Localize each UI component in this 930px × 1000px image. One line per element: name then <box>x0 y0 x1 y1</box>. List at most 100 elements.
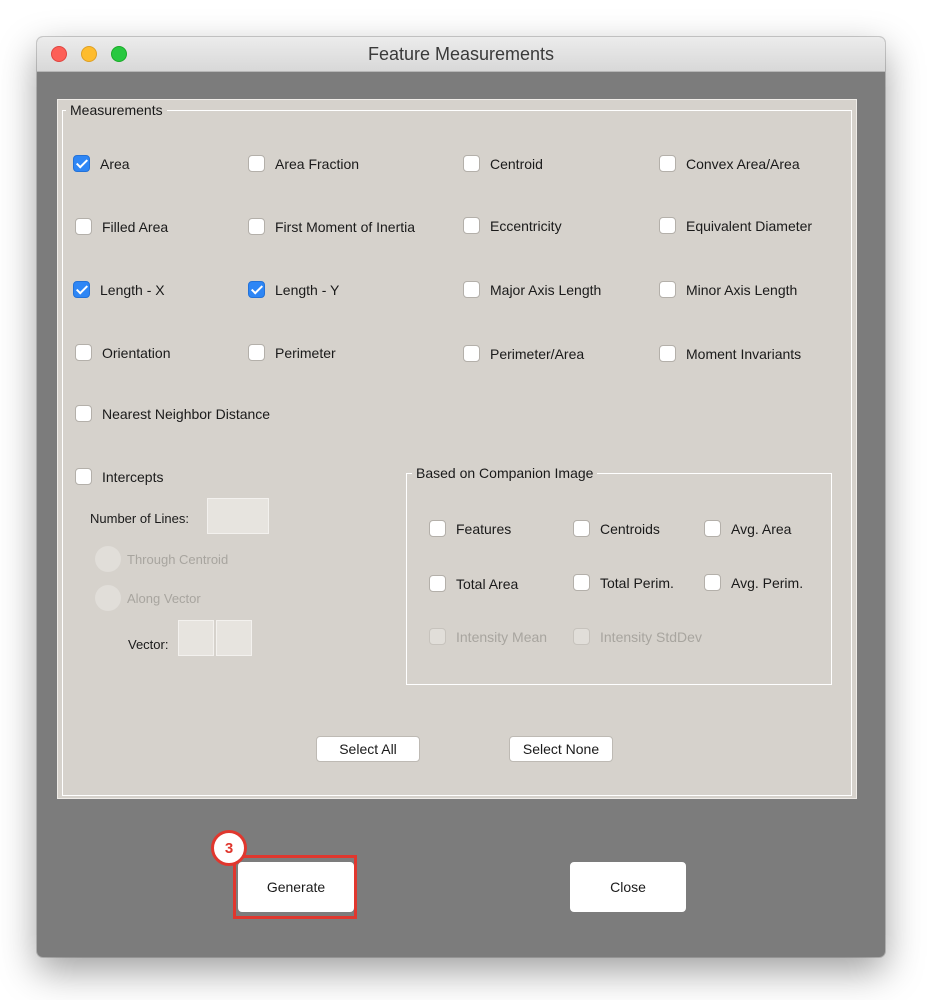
radio-through-centroid[interactable]: Through Centroid <box>95 546 228 572</box>
checkbox-centroid[interactable]: Centroid <box>463 155 543 172</box>
checkbox-orientation[interactable]: Orientation <box>75 344 170 361</box>
checkbox-features-box[interactable] <box>429 520 446 537</box>
vector-label: Vector: <box>128 637 169 652</box>
checkbox-intensity-stddev-label: Intensity StdDev <box>600 628 702 645</box>
radio-through-centroid-dot[interactable] <box>95 546 121 572</box>
checkbox-perimeter[interactable]: Perimeter <box>248 344 336 361</box>
checkbox-intensity-stddev-box[interactable] <box>573 628 590 645</box>
vector-input-2[interactable] <box>216 620 252 656</box>
checkbox-moment-invariants-label: Moment Invariants <box>686 345 802 362</box>
checkbox-total-area-box[interactable] <box>429 575 446 592</box>
checkbox-centroids-label: Centroids <box>600 520 660 537</box>
companion-image-legend: Based on Companion Image <box>412 465 598 481</box>
checkbox-minor-axis[interactable]: Minor Axis Length <box>659 281 797 298</box>
checkbox-convex-area-label: Convex Area/Area <box>686 155 800 172</box>
checkbox-centroid-box[interactable] <box>463 155 480 172</box>
checkbox-orientation-box[interactable] <box>75 344 92 361</box>
checkbox-features[interactable]: Features <box>429 520 511 537</box>
checkbox-major-axis-label: Major Axis Length <box>490 281 602 298</box>
checkbox-first-moment[interactable]: First Moment of Inertia <box>248 218 415 235</box>
checkbox-minor-axis-label: Minor Axis Length <box>686 281 798 298</box>
checkbox-perimeter-box[interactable] <box>248 344 265 361</box>
checkbox-nearest-neighbor[interactable]: Nearest Neighbor Distance <box>75 405 270 422</box>
checkbox-avg-area-box[interactable] <box>704 520 721 537</box>
measurements-panel: Measurements Area Area Fraction Centroid… <box>57 99 857 799</box>
select-all-button[interactable]: Select All <box>316 736 420 762</box>
checkbox-centroids-box[interactable] <box>573 520 590 537</box>
checkbox-total-area-label: Total Area <box>456 575 519 592</box>
feature-measurements-window: Feature Measurements Measurements Area A… <box>37 37 885 957</box>
checkbox-convex-area[interactable]: Convex Area/Area <box>659 155 800 172</box>
number-of-lines-input[interactable] <box>207 498 269 534</box>
checkbox-eccentricity[interactable]: Eccentricity <box>463 217 562 234</box>
checkbox-first-moment-label: First Moment of Inertia <box>275 218 416 235</box>
checkbox-eccentricity-label: Eccentricity <box>490 217 562 234</box>
measurements-legend: Measurements <box>66 102 167 118</box>
step-number-badge: 3 <box>211 830 247 866</box>
checkbox-filled-area[interactable]: Filled Area <box>75 218 168 235</box>
checkbox-nearest-neighbor-box[interactable] <box>75 405 92 422</box>
select-none-button[interactable]: Select None <box>509 736 613 762</box>
checkbox-features-label: Features <box>456 520 512 537</box>
checkbox-intercepts-label: Intercepts <box>102 468 164 485</box>
checkbox-area-fraction-box[interactable] <box>248 155 265 172</box>
checkbox-intensity-stddev[interactable]: Intensity StdDev <box>573 628 702 645</box>
checkbox-intensity-mean[interactable]: Intensity Mean <box>429 628 547 645</box>
radio-along-vector-dot[interactable] <box>95 585 121 611</box>
checkbox-filled-area-label: Filled Area <box>102 218 169 235</box>
checkbox-total-perim[interactable]: Total Perim. <box>573 574 674 591</box>
checkbox-nearest-neighbor-label: Nearest Neighbor Distance <box>102 405 271 422</box>
checkbox-intensity-mean-label: Intensity Mean <box>456 628 548 645</box>
checkbox-avg-area[interactable]: Avg. Area <box>704 520 791 537</box>
checkbox-eccentricity-box[interactable] <box>463 217 480 234</box>
checkbox-avg-perim-box[interactable] <box>704 574 721 591</box>
checkbox-centroid-label: Centroid <box>490 155 543 172</box>
checkbox-intercepts-box[interactable] <box>75 468 92 485</box>
checkbox-avg-area-label: Avg. Area <box>731 520 792 537</box>
close-button[interactable]: Close <box>570 862 686 912</box>
checkbox-moment-invariants-box[interactable] <box>659 345 676 362</box>
vector-input-1[interactable] <box>178 620 214 656</box>
checkbox-perimeter-area[interactable]: Perimeter/Area <box>463 345 584 362</box>
checkbox-length-x-box[interactable] <box>73 281 90 298</box>
measurements-group-box <box>62 110 852 796</box>
title-bar[interactable]: Feature Measurements <box>37 37 885 72</box>
window-title: Feature Measurements <box>367 44 555 64</box>
checkbox-total-perim-label: Total Perim. <box>600 574 674 591</box>
checkbox-area[interactable]: Area <box>73 155 130 172</box>
checkbox-total-perim-box[interactable] <box>573 574 590 591</box>
checkbox-orientation-label: Orientation <box>102 344 171 361</box>
checkbox-length-y[interactable]: Length - Y <box>248 281 339 298</box>
checkbox-equivalent-diameter-label: Equivalent Diameter <box>686 217 813 234</box>
checkbox-area-fraction[interactable]: Area Fraction <box>248 155 359 172</box>
checkbox-length-x-label: Length - X <box>100 281 165 298</box>
radio-along-vector[interactable]: Along Vector <box>95 585 201 611</box>
checkbox-filled-area-box[interactable] <box>75 218 92 235</box>
checkbox-avg-perim[interactable]: Avg. Perim. <box>704 574 803 591</box>
checkbox-major-axis-box[interactable] <box>463 281 480 298</box>
checkbox-area-label: Area <box>100 155 130 172</box>
checkbox-major-axis[interactable]: Major Axis Length <box>463 281 601 298</box>
number-of-lines-label: Number of Lines: <box>90 511 189 526</box>
checkbox-first-moment-box[interactable] <box>248 218 265 235</box>
checkbox-length-y-box[interactable] <box>248 281 265 298</box>
checkbox-length-x[interactable]: Length - X <box>73 281 165 298</box>
checkbox-equivalent-diameter-box[interactable] <box>659 217 676 234</box>
checkbox-equivalent-diameter[interactable]: Equivalent Diameter <box>659 217 812 234</box>
checkbox-total-area[interactable]: Total Area <box>429 575 518 592</box>
checkbox-intercepts[interactable]: Intercepts <box>75 468 163 485</box>
checkbox-length-y-label: Length - Y <box>275 281 340 298</box>
generate-highlight-box <box>233 855 357 919</box>
checkbox-centroids[interactable]: Centroids <box>573 520 660 537</box>
radio-along-vector-label: Along Vector <box>127 590 201 606</box>
checkbox-intensity-mean-box[interactable] <box>429 628 446 645</box>
radio-through-centroid-label: Through Centroid <box>127 551 229 567</box>
checkbox-perimeter-area-label: Perimeter/Area <box>490 345 585 362</box>
checkbox-area-box[interactable] <box>73 155 90 172</box>
checkbox-minor-axis-box[interactable] <box>659 281 676 298</box>
checkbox-convex-area-box[interactable] <box>659 155 676 172</box>
checkbox-perimeter-label: Perimeter <box>275 344 336 361</box>
checkbox-moment-invariants[interactable]: Moment Invariants <box>659 345 801 362</box>
checkbox-perimeter-area-box[interactable] <box>463 345 480 362</box>
checkbox-avg-perim-label: Avg. Perim. <box>731 574 804 591</box>
